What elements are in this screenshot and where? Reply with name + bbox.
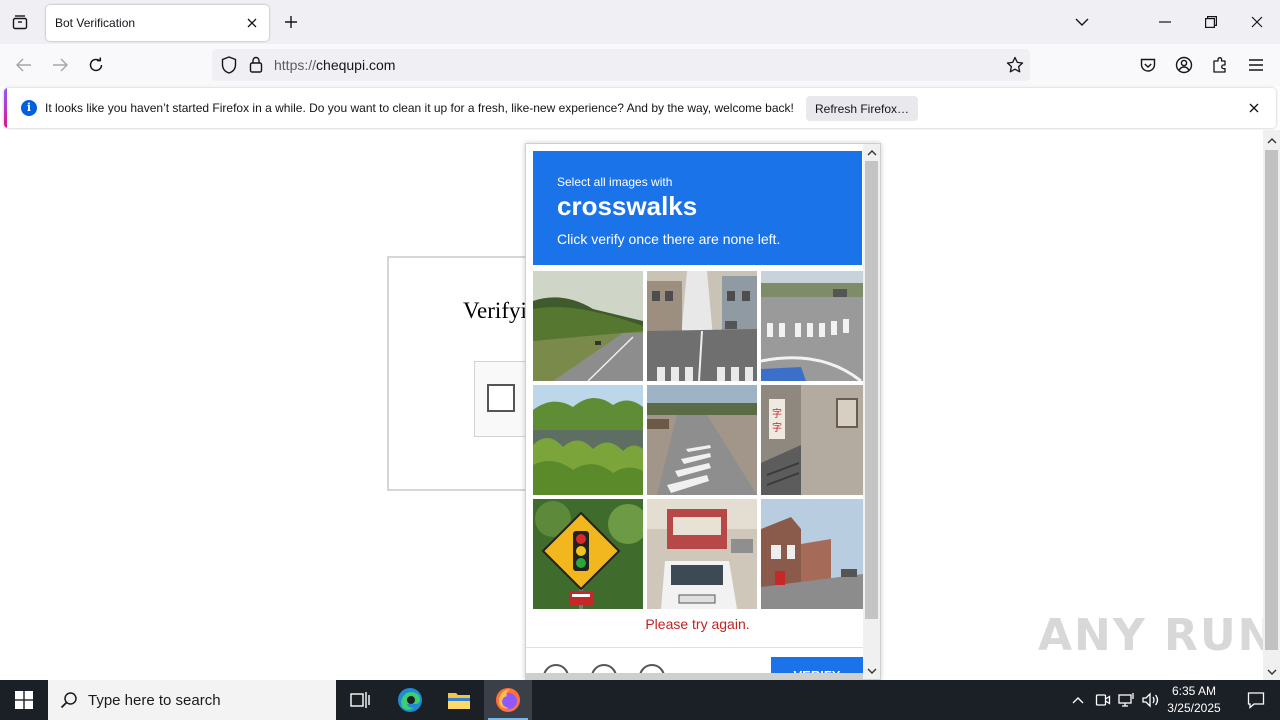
- windows-taskbar: Type here to search 6:35 AM 3/25/2025: [0, 680, 1280, 720]
- page-scroll-down-arrow-icon[interactable]: [1263, 663, 1280, 680]
- chevron-up-icon[interactable]: [1068, 690, 1088, 710]
- menu-hamburger-icon[interactable]: [1242, 51, 1270, 79]
- captcha-tile-river-with-bushes[interactable]: [533, 385, 643, 495]
- close-notification-icon[interactable]: [1246, 100, 1262, 116]
- edge-browser-icon[interactable]: [386, 680, 434, 720]
- captcha-subinstruction: Click verify once there are none left.: [557, 231, 781, 247]
- close-tab-icon[interactable]: [243, 14, 261, 32]
- page-scroll-up-arrow-icon[interactable]: [1263, 132, 1280, 149]
- windows-start-icon[interactable]: [0, 680, 48, 720]
- captcha-scroll-thumb[interactable]: [865, 161, 878, 619]
- taskbar-search-box[interactable]: Type here to search: [48, 680, 336, 720]
- chevron-down-icon[interactable]: [1062, 6, 1102, 38]
- file-explorer-icon[interactable]: [435, 680, 483, 720]
- task-view-icon[interactable]: [336, 680, 384, 720]
- tab-title: Bot Verification: [55, 16, 136, 30]
- scroll-down-arrow-icon[interactable]: [863, 662, 880, 679]
- back-arrow-icon[interactable]: [10, 51, 38, 79]
- action-center-icon[interactable]: [1232, 680, 1280, 720]
- account-icon[interactable]: [1170, 51, 1198, 79]
- new-tab-button[interactable]: [279, 10, 303, 34]
- captcha-challenge: Select all images with crosswalks Click …: [525, 143, 881, 680]
- url-bar[interactable]: https://chequpi.com: [212, 49, 1030, 81]
- svg-text:字: 字: [772, 421, 782, 434]
- captcha-tile-street-with-houses[interactable]: [761, 499, 871, 609]
- search-placeholder: Type here to search: [88, 692, 221, 709]
- captcha-tile-highway-with-trees[interactable]: [533, 271, 643, 381]
- captcha-error-message: Please try again.: [645, 616, 750, 632]
- captcha-header: Select all images with crosswalks Click …: [533, 151, 862, 265]
- captcha-scrollbar[interactable]: [863, 144, 880, 679]
- tab-list-icon[interactable]: [6, 8, 34, 36]
- verification-heading: Verifyi: [463, 298, 527, 323]
- meet-now-icon[interactable]: [1093, 690, 1113, 710]
- close-window-button[interactable]: [1237, 6, 1277, 38]
- captcha-instruction: Select all images with: [557, 175, 673, 189]
- minimize-button[interactable]: [1145, 6, 1185, 38]
- tab-bot-verification[interactable]: Bot Verification: [46, 5, 269, 41]
- captcha-tile-road-with-crosswalk[interactable]: [647, 385, 757, 495]
- captcha-keyword: crosswalks: [557, 191, 698, 221]
- captcha-tile-building-wall-with-sign[interactable]: 字 字: [761, 385, 871, 495]
- search-icon: [60, 691, 78, 714]
- taskbar-clock[interactable]: 6:35 AM 3/25/2025: [1160, 683, 1228, 717]
- bookmark-star-icon[interactable]: [1006, 56, 1024, 79]
- scroll-up-arrow-icon[interactable]: [863, 144, 880, 161]
- anyrun-watermark: ANY RUN: [1038, 610, 1277, 661]
- volume-icon[interactable]: [1141, 690, 1161, 710]
- info-icon: i: [21, 100, 37, 116]
- notification-bar: i It looks like you haven’t started Fire…: [4, 88, 1276, 128]
- lock-icon[interactable]: [249, 56, 263, 78]
- url-host: chequpi.com: [316, 57, 396, 73]
- firefox-taskbar-icon[interactable]: [484, 680, 532, 720]
- url-text[interactable]: https://chequpi.com: [274, 57, 395, 73]
- notification-message: It looks like you haven’t started Firefo…: [45, 101, 794, 115]
- network-icon[interactable]: [1117, 690, 1137, 710]
- restore-button[interactable]: [1191, 6, 1231, 38]
- page-scrollbar[interactable]: [1263, 130, 1280, 680]
- reload-icon[interactable]: [82, 51, 110, 79]
- forward-arrow-icon[interactable]: [46, 51, 74, 79]
- page-content: Verifyi ANY RUN Select all images with c…: [0, 130, 1280, 680]
- extensions-icon[interactable]: [1206, 51, 1234, 79]
- captcha-tile-city-street-crosswalk[interactable]: [647, 271, 757, 381]
- tracking-shield-icon[interactable]: [221, 56, 237, 79]
- clock-date: 3/25/2025: [1167, 701, 1221, 715]
- pocket-icon[interactable]: [1134, 51, 1162, 79]
- navigation-toolbar: https://chequpi.com: [0, 44, 1280, 86]
- not-a-robot-checkbox[interactable]: [487, 384, 515, 412]
- svg-text:字: 字: [772, 407, 782, 420]
- captcha-tile-traffic-light-sign[interactable]: [533, 499, 643, 609]
- tab-strip: Bot Verification: [0, 0, 1280, 44]
- refresh-firefox-button[interactable]: Refresh Firefox…: [806, 96, 918, 121]
- captcha-tile-truck-and-car[interactable]: [647, 499, 757, 609]
- captcha-horizontal-scrollbar[interactable]: [526, 673, 863, 679]
- notification-accent-stripe: [4, 88, 7, 128]
- captcha-tile-road-crosswalk-markings[interactable]: [761, 271, 871, 381]
- clock-time: 6:35 AM: [1171, 684, 1217, 698]
- page-scroll-thumb[interactable]: [1265, 150, 1278, 650]
- captcha-divider: [526, 647, 866, 648]
- url-scheme: https://: [274, 57, 317, 73]
